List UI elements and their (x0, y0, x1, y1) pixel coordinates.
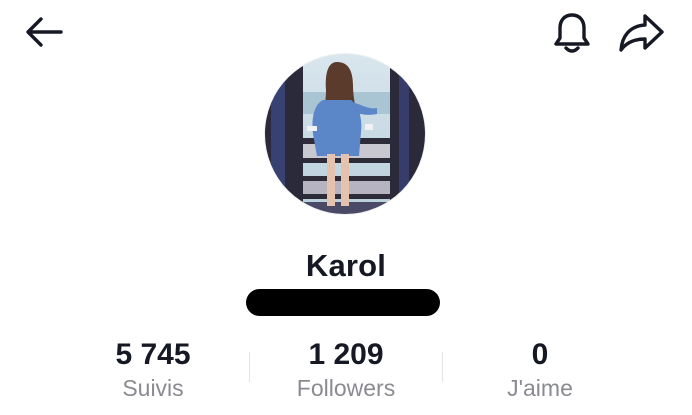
likes-count: 0 (531, 338, 549, 371)
following-label: Suivis (122, 375, 184, 401)
following-count: 5 745 (115, 338, 191, 371)
back-button[interactable] (20, 10, 68, 58)
notifications-button[interactable] (545, 8, 599, 60)
share-button[interactable] (612, 8, 670, 60)
likes-label: J'aime (507, 375, 573, 401)
stat-following[interactable]: 5 745 Suivis (53, 336, 253, 402)
arrow-left-icon (23, 15, 65, 54)
avatar[interactable] (265, 54, 425, 214)
followers-label: Followers (296, 375, 396, 401)
avatar-photo (265, 54, 425, 214)
stat-followers[interactable]: 1 209 Followers (246, 336, 446, 402)
redacted-handle (246, 289, 440, 316)
username: Karol (305, 248, 387, 283)
share-arrow-icon (617, 12, 665, 57)
followers-count: 1 209 (308, 338, 384, 371)
bell-icon (552, 10, 592, 59)
stat-likes[interactable]: 0 J'aime (440, 336, 640, 402)
